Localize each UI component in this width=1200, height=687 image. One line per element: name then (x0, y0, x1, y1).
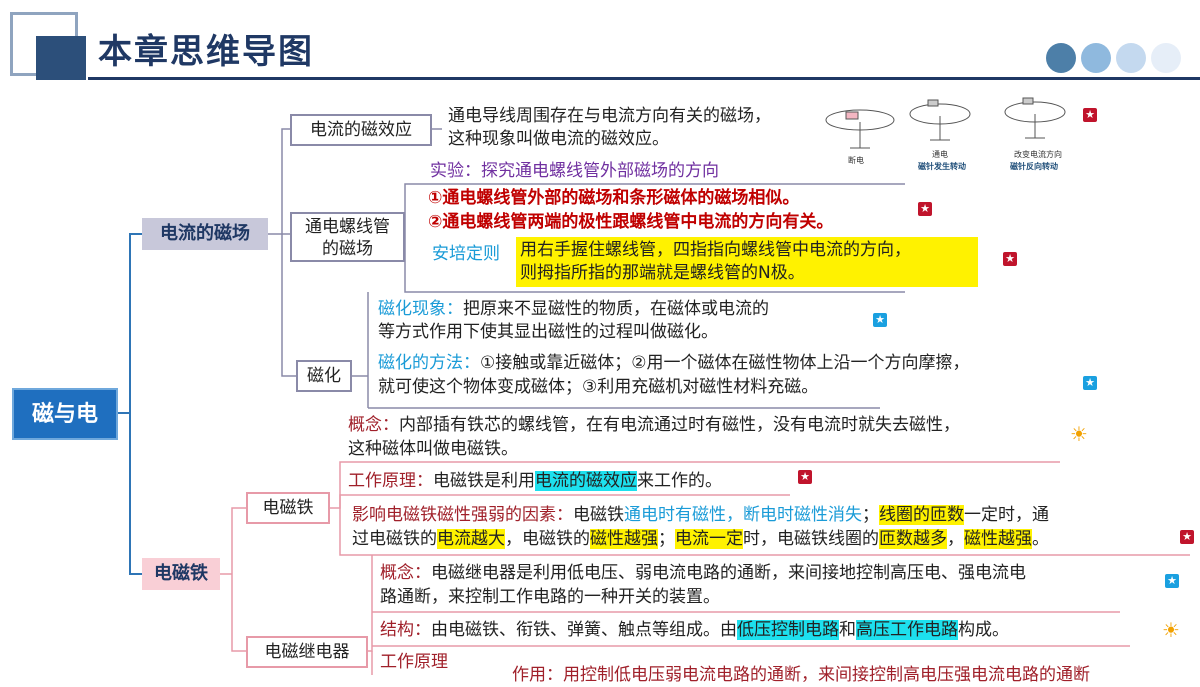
magnetic-effect-text-1: 通电导线周围存在与电流方向有关的磁场， (448, 106, 771, 126)
blue-star-icon: ★ (1083, 376, 1097, 390)
figure-caption-reverse-dir: 改变电流方向 (1014, 150, 1062, 159)
node-relay: 电磁继电器 (246, 636, 368, 668)
solenoid-conclusion-2: ②通电螺线管两端的极性跟螺线管中电流的方向有关。 (428, 212, 834, 232)
red-star-icon: ★ (1180, 530, 1194, 544)
relay-structure: 结构：由电磁铁、衔铁、弹簧、触点等组成。由低压控制电路和高压工作电路构成。 (380, 619, 1009, 642)
relay-structure-b: 和 (839, 620, 856, 640)
node-electromagnet: 电磁铁 (246, 492, 330, 524)
factors-highlight-more-turns: 匝数越多 (879, 529, 947, 549)
relay-function-partial: 作用：用控制低电压弱电流电路的通断，来间接控制高电压强电流电路的通断 (512, 665, 1090, 685)
relay-concept-text: 电磁继电器是利用低电压、弱电流电路的通断，来间接地控制高压电、强电流电 (431, 563, 1026, 583)
blue-star-icon: ★ (1165, 574, 1179, 588)
figure-caption-rotate: 磁针发生转动 (918, 162, 966, 171)
relay-concept-2: 路通断，来控制工作电路的一种开关的装置。 (380, 587, 720, 607)
factors-text-a: 电磁铁 (573, 505, 624, 525)
magnetization-phenomenon-label: 磁化现象： (378, 299, 463, 319)
factors-text-h: ，电磁铁的 (505, 529, 590, 549)
relay-structure-c: 构成。 (958, 620, 1009, 640)
solenoid-conclusion-1: ①通电螺线管外部的磁场和条形磁体的磁场相似。 (428, 188, 800, 208)
ampere-rule-label: 安培定则 (432, 244, 500, 264)
figure-caption-off: 断电 (848, 156, 864, 165)
magnetization-method-label: 磁化的方法： (378, 353, 480, 373)
factors-text-e: 一定时，通 (964, 505, 1049, 525)
factors-text-f: 过电磁铁的 (352, 529, 437, 549)
figure-caption-reverse-rotate: 磁针反向转动 (1010, 162, 1058, 171)
magnetization-method-2: 就可使这个物体变成磁体；③利用充磁机对磁性材料充磁。 (378, 377, 819, 397)
factors-text-j: ； (658, 529, 675, 549)
blue-star-icon: ★ (873, 313, 887, 327)
node-solenoid-label-1: 通电螺线管 (305, 217, 390, 237)
factors-text-l: 时，电磁铁线圈的 (743, 529, 879, 549)
magnetization-method-text: ①接触或靠近磁体；②用一个磁体在磁性物体上沿一个方向摩擦， (480, 353, 970, 373)
electromagnet-concept-2: 这种磁体叫做电磁铁。 (348, 439, 518, 459)
magnetization-phenomenon-1: 磁化现象：把原来不显磁性的物质，在磁体或电流的 (378, 298, 769, 321)
red-star-icon: ★ (798, 470, 812, 484)
relay-structure-label: 结构： (380, 620, 431, 640)
branch-current-magnetic-label: 电流的磁场 (160, 223, 250, 244)
factors-text-b: 通电时有磁性，断电时磁性消失 (624, 505, 862, 525)
node-magnetic-effect-label: 电流的磁效应 (310, 120, 412, 140)
electromagnet-principle: 工作原理：电磁铁是利用电流的磁效应来工作的。 (348, 470, 722, 493)
node-electromagnet-label: 电磁铁 (262, 498, 314, 518)
red-star-icon: ★ (918, 202, 932, 216)
electromagnet-principle-a: 电磁铁是利用 (433, 471, 535, 491)
magnetic-effect-text-2: 这种现象叫做电流的磁效应。 (448, 129, 669, 149)
factors-highlight-turns: 线圈的匝数 (879, 505, 964, 525)
factors-highlight-stronger-2: 磁性越强 (964, 529, 1032, 549)
ampere-rule-text-1: 用右手握住螺线管，四指指向螺线管中电流的方向， (520, 240, 911, 260)
electromagnet-concept-text: 内部插有铁芯的螺线管，在有电流通过时有磁性，没有电流时就失去磁性， (399, 415, 960, 435)
ampere-rule-text-2: 则拇指所指的那端就是螺线管的N极。 (520, 263, 805, 283)
factors-highlight-constant-current: 电流一定 (675, 529, 743, 549)
red-star-icon: ★ (1083, 108, 1097, 122)
magnetization-phenomenon-2: 等方式作用下使其显出磁性的过程叫做磁化。 (378, 322, 718, 342)
factors-text-p: 。 (1032, 529, 1049, 549)
electromagnet-principle-b: 来工作的。 (637, 471, 722, 491)
electromagnet-concept-label: 概念： (348, 415, 399, 435)
root-label: 磁与电 (31, 402, 98, 427)
figure-caption-on: 通电 (932, 150, 948, 159)
electromagnet-factors-2: 过电磁铁的电流越大，电磁铁的磁性越强；电流一定时，电磁铁线圈的匝数越多，磁性越强… (352, 528, 1049, 551)
relay-structure-a: 由电磁铁、衔铁、弹簧、触点等组成。由 (431, 620, 737, 640)
relay-structure-highlight-low: 低压控制电路 (737, 620, 839, 640)
electromagnet-factors-label: 影响电磁铁磁性强弱的因素： (352, 505, 573, 525)
factors-highlight-current: 电流越大 (437, 529, 505, 549)
solenoid-experiment: 实验：探究通电螺线管外部磁场的方向 (430, 161, 719, 181)
node-magnetic-effect: 电流的磁效应 (290, 114, 432, 146)
node-solenoid-label-2: 的磁场 (322, 239, 373, 259)
electromagnet-concept-1: 概念：内部插有铁芯的螺线管，在有电流通过时有磁性，没有电流时就失去磁性， (348, 414, 960, 437)
branch-electromagnet-label: 电磁铁 (154, 563, 208, 584)
electromagnet-principle-label: 工作原理： (348, 471, 433, 491)
relay-concept-label: 概念： (380, 563, 431, 583)
relay-structure-highlight-high: 高压工作电路 (856, 620, 958, 640)
factors-highlight-stronger-1: 磁性越强 (590, 529, 658, 549)
magnetization-phenomenon-text: 把原来不显磁性的物质，在磁体或电流的 (463, 299, 769, 319)
red-star-icon: ★ (1003, 252, 1017, 266)
node-magnetization-label: 磁化 (307, 366, 341, 386)
factors-text-c: ； (862, 505, 879, 525)
node-magnetization: 磁化 (296, 360, 352, 392)
relay-concept-1: 概念：电磁继电器是利用低电压、弱电流电路的通断，来间接地控制高压电、强电流电 (380, 562, 1026, 585)
node-relay-label: 电磁继电器 (264, 642, 350, 662)
sun-icon: ☀ (1070, 422, 1088, 446)
relay-principle-label: 工作原理 (380, 652, 448, 672)
electromagnet-factors-1: 影响电磁铁磁性强弱的因素：电磁铁通电时有磁性，断电时磁性消失；线圈的匝数一定时，… (352, 504, 1049, 527)
factors-text-n: ， (947, 529, 964, 549)
magnetization-method-1: 磁化的方法：①接触或靠近磁体；②用一个磁体在磁性物体上沿一个方向摩擦， (378, 352, 969, 375)
node-solenoid: 通电螺线管 的磁场 (290, 212, 405, 262)
sun-icon: ☀ (1162, 618, 1180, 642)
electromagnet-principle-highlight: 电流的磁效应 (535, 471, 637, 491)
